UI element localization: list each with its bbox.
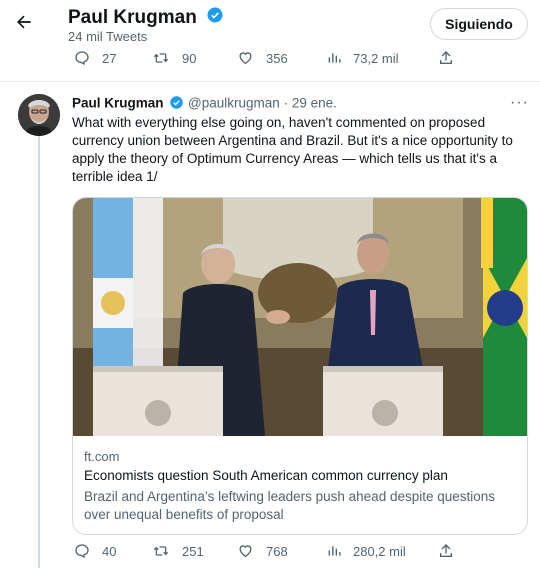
reply-count: 40 (102, 543, 117, 559)
views-count: 73,2 mil (353, 50, 399, 66)
reply-action[interactable]: 27 (74, 50, 116, 66)
retweet-icon (153, 546, 169, 556)
tweet-author-name[interactable]: Paul Krugman (72, 96, 164, 111)
heart-icon (239, 52, 252, 65)
like-action[interactable]: 768 (237, 543, 288, 559)
share-action[interactable] (438, 50, 466, 66)
tweet-count: 24 mil Tweets (68, 29, 148, 44)
reply-icon (75, 544, 89, 559)
card-title: Economists question South American commo… (84, 468, 448, 483)
retweet-action[interactable]: 251 (152, 543, 204, 559)
profile-header: Paul Krugman 24 mil Tweets Siguiendo (0, 0, 540, 50)
link-card[interactable]: ft.com Economists question South America… (72, 197, 528, 535)
share-action[interactable] (438, 543, 466, 559)
like-count: 768 (266, 543, 288, 559)
profile-name-text: Paul Krugman (68, 7, 197, 29)
views-chart-icon (328, 53, 341, 63)
tweet-date[interactable]: 29 ene. (292, 96, 337, 111)
retweet-icon (153, 53, 169, 63)
more-horizontal-icon[interactable]: ··· (510, 94, 529, 112)
verified-badge-icon (169, 95, 184, 113)
arrow-left-icon[interactable] (14, 12, 42, 36)
tweet-header: Paul Krugman @paulkrugman · 29 ene. (72, 95, 337, 113)
share-icon (440, 544, 452, 557)
tweet-action-bar: 40 251 768 280,2 mil (0, 543, 540, 567)
retweet-action[interactable]: 90 (152, 50, 196, 66)
retweet-count: 90 (182, 50, 197, 66)
heart-icon (239, 545, 252, 558)
card-description: Brazil and Argentina’s leftwing leaders … (84, 489, 496, 522)
reply-icon (75, 51, 89, 66)
divider (0, 81, 540, 82)
retweet-count: 251 (182, 543, 204, 559)
like-action[interactable]: 356 (237, 50, 288, 66)
reply-action[interactable]: 40 (74, 543, 116, 559)
share-icon (440, 51, 452, 64)
like-count: 356 (266, 50, 288, 66)
card-domain: ft.com (84, 449, 120, 464)
views-action[interactable]: 73,2 mil (327, 50, 399, 66)
views-action[interactable]: 280,2 mil (327, 543, 406, 559)
reply-count: 27 (102, 50, 117, 66)
thread-line (38, 136, 40, 568)
verified-badge-icon (206, 6, 224, 30)
top-action-bar: 27 90 356 73,2 mil (0, 50, 540, 74)
tweet-handle[interactable]: @paulkrugman (188, 96, 280, 111)
views-count: 280,2 mil (353, 543, 406, 559)
following-button[interactable]: Siguiendo (430, 8, 528, 40)
article-photo (73, 198, 527, 436)
avatar[interactable] (18, 94, 60, 136)
tweet-separator: · (283, 95, 289, 111)
tweet-text: What with everything else going on, have… (72, 115, 513, 184)
profile-name: Paul Krugman (68, 6, 224, 30)
views-chart-icon (328, 546, 341, 556)
